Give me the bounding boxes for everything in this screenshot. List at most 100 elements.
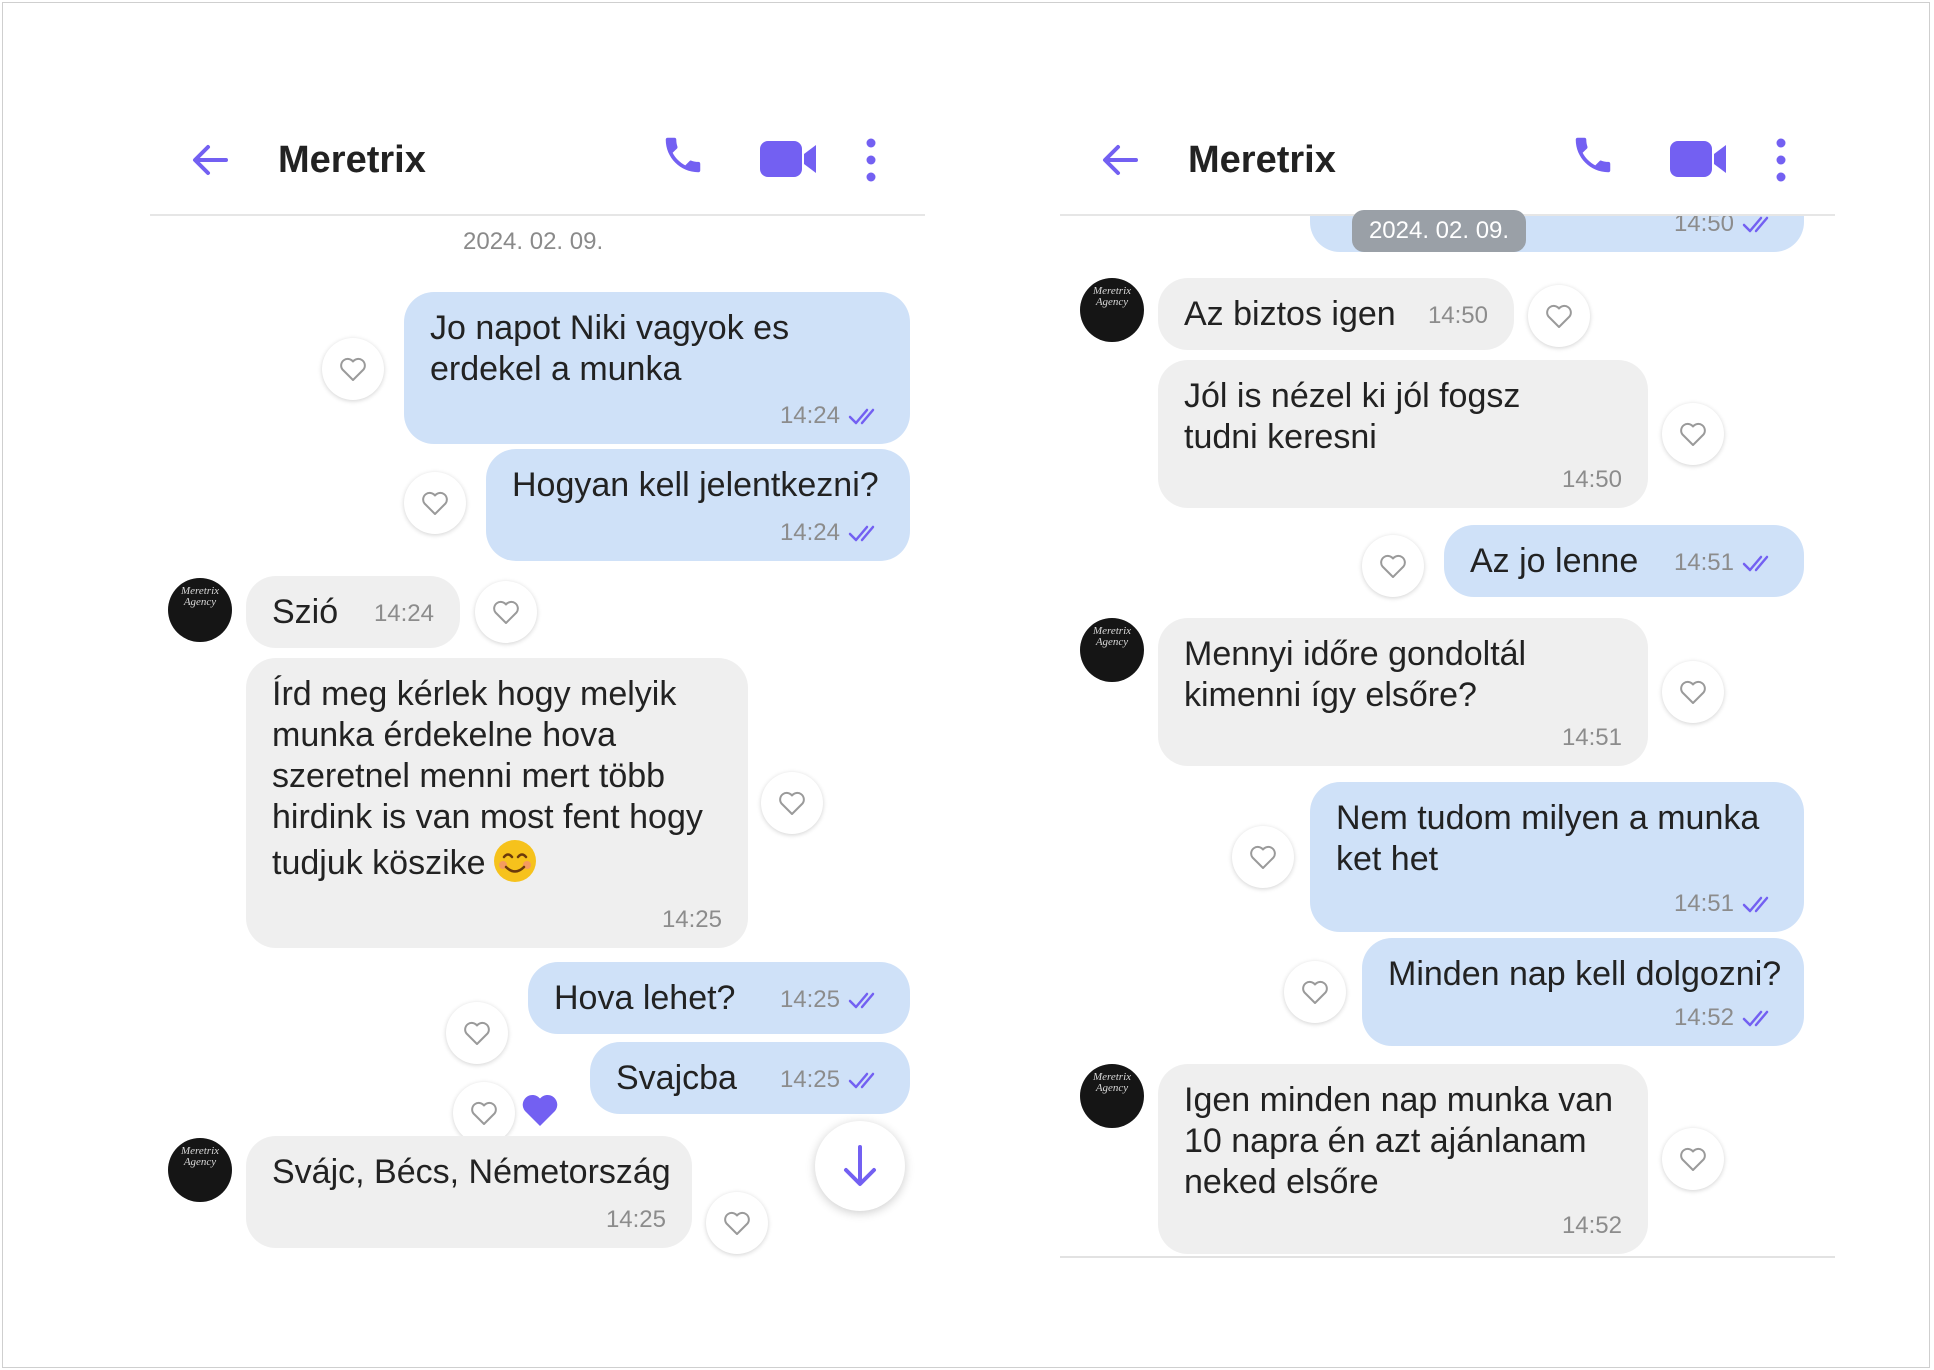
message-meta: 14:51 (1674, 890, 1778, 918)
double-check-icon (848, 525, 875, 542)
like-button[interactable] (1284, 961, 1346, 1023)
message-meta: 14:25 (780, 1066, 884, 1094)
message-text: Svajcba (616, 1059, 737, 1097)
agency-logo: Meretrix Agency (180, 1145, 220, 1168)
message-time: 14:51 (1561, 724, 1622, 751)
message-bubble-incoming[interactable]: Igen minden nap munka van 10 napra én azt… (1158, 1064, 1648, 1254)
message-time: 14:50 (1561, 466, 1622, 493)
message-time: 14:25 (661, 906, 722, 933)
chat-panel-left: Meretrix 2024. 02. 09. Jo napot Niki vag… (150, 110, 925, 1260)
message-time: 14:24 (779, 402, 840, 429)
message-bubble-incoming[interactable]: Az biztos igen 14:50 (1158, 278, 1514, 350)
arrow-left-icon (193, 145, 228, 175)
back-button[interactable] (186, 136, 234, 184)
like-button[interactable] (1528, 285, 1590, 347)
message-meta: 14:52 (1562, 1212, 1622, 1240)
like-button[interactable] (1662, 661, 1724, 723)
like-button[interactable] (475, 581, 537, 643)
like-button[interactable] (322, 338, 384, 400)
like-button[interactable] (453, 1082, 515, 1144)
message-text: Szió (272, 593, 339, 631)
message-time: 14:52 (1561, 1212, 1622, 1239)
message-time: 14:24 (373, 600, 434, 627)
video-call-button[interactable] (758, 134, 820, 184)
message-meta: 14:25 (662, 906, 722, 934)
like-button[interactable] (761, 772, 823, 834)
date-separator-floating: 2024. 02. 09. (1352, 210, 1526, 252)
chat-header: Meretrix (150, 110, 925, 216)
contact-avatar[interactable]: Meretrix Agency (168, 1138, 232, 1202)
message-text: Hogyan kell jelentkezni? (512, 466, 879, 504)
message-time: 14:52 (1673, 1004, 1734, 1031)
message-bubble-incoming[interactable]: Mennyi időre gondoltál kimenni így elsőre… (1158, 618, 1648, 766)
contact-avatar[interactable]: Meretrix Agency (1080, 618, 1144, 682)
chat-panel-right: 14:50 2024. 02. 09. Meretrix Meretrix Age… (1060, 110, 1835, 1260)
back-button[interactable] (1096, 136, 1144, 184)
scroll-to-bottom-button[interactable] (815, 1121, 905, 1211)
message-time: 14:24 (779, 519, 840, 546)
message-meta: 14:51 (1674, 549, 1778, 577)
message-text: Írd meg kérlek hogy melyik munka érdekel… (272, 675, 703, 882)
message-bubble-outgoing[interactable]: Az jo lenne 14:51 (1444, 525, 1804, 597)
message-text: Az jo lenne (1470, 542, 1639, 580)
video-camera-icon (1670, 141, 1726, 177)
heart-filled-icon[interactable] (520, 1092, 560, 1128)
heart-outline-icon (422, 491, 448, 515)
phone-icon (1575, 137, 1611, 173)
video-call-button[interactable] (1668, 134, 1730, 184)
message-text: Minden nap kell dolgozni? (1388, 955, 1782, 993)
message-meta: 14:51 (1562, 724, 1622, 752)
contact-avatar[interactable]: Meretrix Agency (168, 578, 232, 642)
smiling-face-emoji (493, 840, 536, 882)
contact-avatar[interactable]: Meretrix Agency (1080, 1064, 1144, 1128)
like-button[interactable] (706, 1192, 768, 1254)
message-time: 14:25 (779, 986, 840, 1013)
agency-logo: Meretrix Agency (1092, 625, 1132, 648)
message-bubble-outgoing[interactable]: Hova lehet? 14:25 (528, 962, 910, 1034)
message-text: Az biztos igen (1184, 295, 1396, 333)
heart-outline-icon (724, 1211, 750, 1235)
call-button[interactable] (660, 132, 710, 184)
double-check-icon (1742, 216, 1769, 233)
heart-outline-icon (1250, 845, 1276, 869)
message-bubble-outgoing[interactable]: Svajcba 14:25 (590, 1042, 910, 1114)
message-meta: 14:24 (780, 519, 884, 547)
message-bubble-incoming[interactable]: Jól is nézel ki jól fogsz tudni keresni 1… (1158, 360, 1648, 508)
heart-outline-icon (471, 1101, 497, 1125)
double-check-icon (848, 408, 875, 425)
message-meta: 14:24 (374, 600, 434, 628)
heart-outline-icon (1680, 1147, 1706, 1171)
message-bubble-outgoing[interactable]: Jo napot Niki vagyok es erdekel a munka 1… (404, 292, 910, 444)
message-meta: 14:50 (1428, 302, 1488, 330)
more-options-button[interactable] (1772, 134, 1790, 186)
like-button[interactable] (1362, 535, 1424, 597)
message-bubble-outgoing[interactable]: Hogyan kell jelentkezni? 14:24 (486, 449, 910, 561)
call-button[interactable] (1570, 132, 1620, 184)
message-bubble-outgoing[interactable]: Nem tudom milyen a munka ket het 14:51 (1310, 782, 1804, 932)
message-text: Jo napot Niki vagyok es erdekel a munka (430, 309, 790, 388)
message-time: 14:25 (779, 1066, 840, 1093)
message-bubble-incoming[interactable]: Szió 14:24 (246, 576, 460, 648)
message-bubble-incoming[interactable]: Írd meg kérlek hogy melyik munka érdekel… (246, 658, 748, 948)
heart-outline-icon (1680, 680, 1706, 704)
contact-avatar[interactable]: Meretrix Agency (1080, 278, 1144, 342)
heart-outline-icon (1680, 422, 1706, 446)
heart-outline-icon (464, 1021, 490, 1045)
message-bubble-outgoing[interactable]: Minden nap kell dolgozni? 14:52 (1362, 938, 1804, 1046)
message-meta: 14:52 (1674, 1004, 1778, 1032)
heart-outline-icon (779, 791, 805, 815)
message-meta: 14:24 (780, 402, 884, 430)
double-check-icon (1742, 1010, 1769, 1027)
message-text: Svájc, Bécs, Németország (272, 1153, 671, 1191)
message-bubble-incoming[interactable]: Svájc, Bécs, Németország 14:25 (246, 1136, 692, 1248)
more-options-button[interactable] (862, 134, 880, 186)
like-button[interactable] (446, 1002, 508, 1064)
date-separator: 2024. 02. 09. (463, 228, 604, 255)
chat-header: Meretrix (1060, 110, 1835, 216)
double-check-icon (1742, 896, 1769, 913)
phone-icon (665, 137, 701, 173)
like-button[interactable] (1662, 1128, 1724, 1190)
like-button[interactable] (1662, 403, 1724, 465)
like-button[interactable] (1232, 826, 1294, 888)
like-button[interactable] (404, 472, 466, 534)
